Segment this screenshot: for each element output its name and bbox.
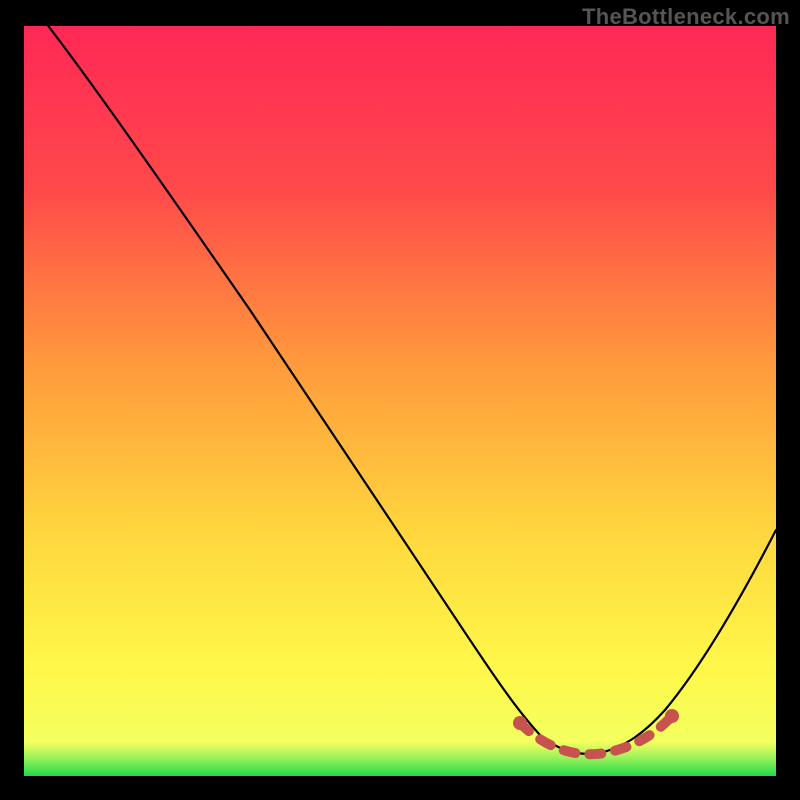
plot-background-gradient: [24, 26, 776, 776]
plot-svg: [0, 0, 800, 800]
watermark-text: TheBottleneck.com: [582, 4, 790, 30]
